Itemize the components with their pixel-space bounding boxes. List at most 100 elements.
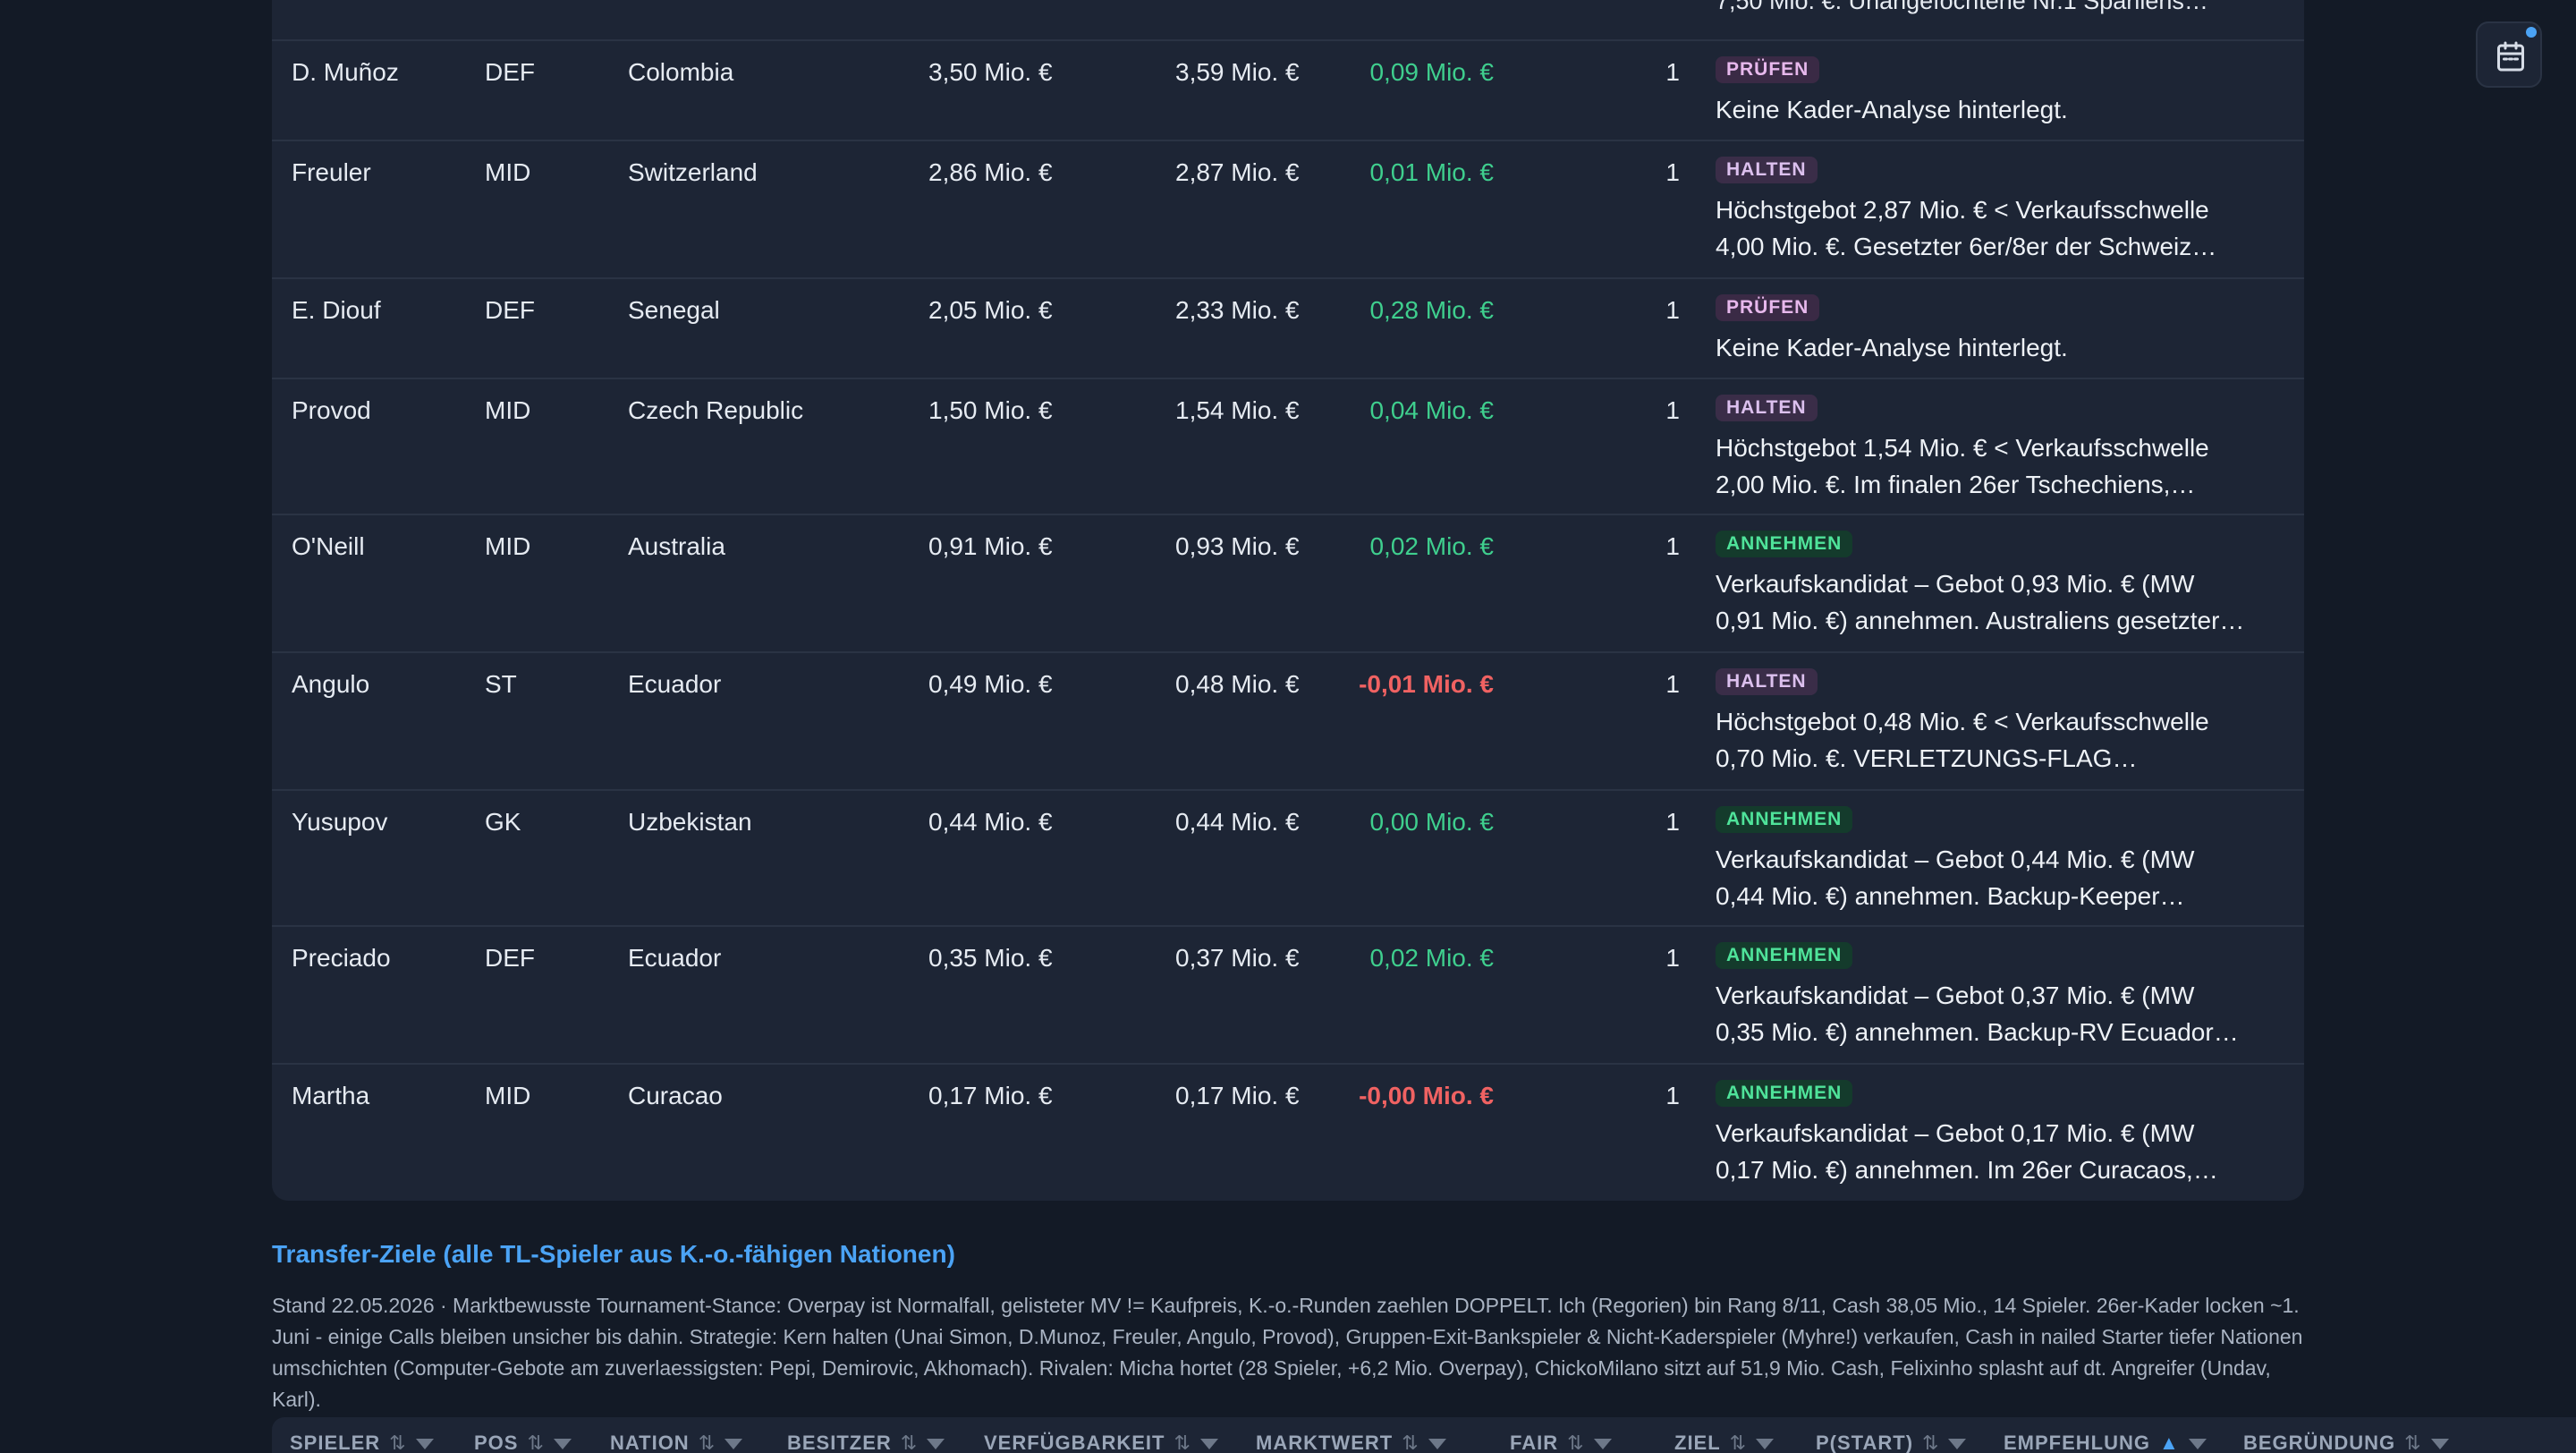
sort-icon[interactable]: ⇅ [1402, 1432, 1419, 1453]
sort-icon[interactable]: ⇅ [1922, 1432, 1939, 1453]
fair-value: 0,37 Mio. € [1175, 944, 1300, 972]
column-header[interactable]: BEGRÜNDUNG ⇅ [2243, 1432, 2449, 1453]
value-difference: 0,09 Mio. € [1369, 58, 1494, 86]
table-row[interactable]: Preciado DEF Ecuador 0,35 Mio. € 0,37 Mio. €… [272, 925, 2304, 1065]
column-header-label: FAIR [1510, 1432, 1559, 1453]
value-difference: 0,01 Mio. € [1369, 158, 1494, 186]
player-name: Angulo [292, 670, 370, 698]
table-row[interactable]: Freuler MID Switzerland 2,86 Mio. € 2,87 Mio… [272, 140, 2304, 279]
filter-icon[interactable] [724, 1439, 743, 1450]
filter-icon[interactable] [1948, 1439, 1967, 1450]
start-probability: 1 [1665, 1082, 1680, 1109]
transfer-section-description: Stand 22.05.2026 · Marktbewusste Tournam… [272, 1294, 2303, 1411]
player-nation: Senegal [628, 296, 720, 324]
player-position: ST [485, 670, 517, 698]
column-header[interactable]: MARKTWERT ⇅ [1256, 1432, 1446, 1453]
fair-value: 2,87 Mio. € [1175, 158, 1300, 186]
filter-icon[interactable] [553, 1439, 572, 1450]
filter-icon[interactable] [2430, 1439, 2449, 1450]
reason-line: Verkaufskandidat – Gebot 0,17 Mio. € (MW [1716, 1119, 2195, 1147]
value-difference: 0,04 Mio. € [1369, 396, 1494, 424]
start-probability: 1 [1665, 532, 1680, 560]
reason-line: 2,00 Mio. €. Im finalen 26er Tschechiens… [1716, 471, 2196, 498]
column-header-label: BESITZER [787, 1432, 892, 1453]
recommendation-badge: PRÜFEN [1716, 56, 1820, 83]
filter-icon[interactable] [1199, 1439, 1218, 1450]
player-position: DEF [485, 296, 535, 324]
reason-line: 0,91 Mio. €) annehmen. Australiens geset… [1716, 607, 2245, 634]
market-value: 0,44 Mio. € [928, 808, 1053, 836]
reason-line: Höchstgebot 1,54 Mio. € < Verkaufsschwel… [1716, 434, 2209, 462]
column-header[interactable]: NATION ⇅ [610, 1432, 743, 1453]
calendar-button[interactable] [2476, 21, 2542, 88]
column-header-label: MARKTWERT [1256, 1432, 1394, 1453]
sort-icon[interactable]: ⇅ [699, 1432, 716, 1453]
recommendation-cell: ANNEHMEN [1716, 938, 1853, 969]
column-header[interactable]: BESITZER ⇅ [787, 1432, 945, 1453]
recommendation-cell: HALTEN [1716, 390, 1818, 421]
table-row[interactable]: E. Diouf DEF Senegal 2,05 Mio. € 2,33 Mio. €… [272, 277, 2304, 379]
player-name: Martha [292, 1082, 370, 1109]
column-header-label: NATION [610, 1432, 690, 1453]
player-nation: Ecuador [628, 670, 722, 698]
filter-icon[interactable] [1593, 1439, 1612, 1450]
filter-icon[interactable] [1428, 1439, 1446, 1450]
reason-line: Verkaufskandidat – Gebot 0,44 Mio. € (MW [1716, 845, 2195, 873]
player-name: O'Neill [292, 532, 365, 560]
filter-icon[interactable] [927, 1439, 945, 1450]
column-header-label: VERFÜGBARKEIT [984, 1432, 1165, 1453]
fair-value: 0,44 Mio. € [1175, 808, 1300, 836]
player-position: DEF [485, 944, 535, 972]
column-header[interactable]: VERFÜGBARKEIT ⇅ [984, 1432, 1218, 1453]
table-row: 7,50 Mio. €. Unangefochtene Nr.1 Spanien… [272, 0, 2304, 41]
column-header[interactable]: EMPFEHLUNG ▲ [2004, 1432, 2207, 1453]
table-row[interactable]: Martha MID Curacao 0,17 Mio. € 0,17 Mio. € -0… [272, 1063, 2304, 1201]
table-row[interactable]: Provod MID Czech Republic 1,50 Mio. € 1,54 M… [272, 378, 2304, 515]
column-header[interactable]: SPIELER ⇅ [290, 1432, 434, 1453]
player-position: MID [485, 396, 531, 424]
sort-icon[interactable]: ⇅ [1567, 1432, 1584, 1453]
column-header[interactable]: ZIEL ⇅ [1674, 1432, 1775, 1453]
market-value: 2,86 Mio. € [928, 158, 1053, 186]
table-row[interactable]: Angulo ST Ecuador 0,49 Mio. € 0,48 Mio. € -0,… [272, 651, 2304, 791]
sort-icon[interactable]: ⇅ [2404, 1432, 2421, 1453]
sort-icon[interactable]: ⇅ [1174, 1432, 1191, 1453]
filter-icon[interactable] [415, 1439, 434, 1450]
market-value: 0,35 Mio. € [928, 944, 1053, 972]
player-nation: Colombia [628, 58, 734, 86]
recommendation-cell: ANNEHMEN [1716, 1075, 1853, 1107]
value-difference: 0,02 Mio. € [1369, 532, 1494, 560]
start-probability: 1 [1665, 158, 1680, 186]
table-row[interactable]: D. Muñoz DEF Colombia 3,50 Mio. € 3,59 Mio. … [272, 39, 2304, 141]
column-header[interactable]: POS ⇅ [474, 1432, 572, 1453]
player-position: GK [485, 808, 521, 836]
player-name: Freuler [292, 158, 371, 186]
fair-value: 1,54 Mio. € [1175, 396, 1300, 424]
sort-icon[interactable]: ⇅ [1730, 1432, 1747, 1453]
table-row[interactable]: O'Neill MID Australia 0,91 Mio. € 0,93 Mio. … [272, 514, 2304, 653]
market-value: 0,17 Mio. € [928, 1082, 1053, 1109]
column-header[interactable]: P(START) ⇅ [1816, 1432, 1967, 1453]
recommendation-badge: ANNEHMEN [1716, 531, 1853, 557]
fair-value: 2,33 Mio. € [1175, 296, 1300, 324]
recommendation-cell: PRÜFEN [1716, 52, 1820, 83]
table-row[interactable]: Yusupov GK Uzbekistan 0,44 Mio. € 0,44 Mio. … [272, 789, 2304, 927]
value-difference: 0,02 Mio. € [1369, 944, 1494, 972]
filter-icon[interactable] [1756, 1439, 1775, 1450]
player-nation: Australia [628, 532, 725, 560]
player-name: E. Diouf [292, 296, 381, 324]
filter-icon[interactable] [2188, 1439, 2207, 1450]
sort-icon[interactable]: ⇅ [901, 1432, 918, 1453]
start-probability: 1 [1665, 944, 1680, 972]
player-name: D. Muñoz [292, 58, 399, 86]
reason-line: Höchstgebot 0,48 Mio. € < Verkaufsschwel… [1716, 708, 2209, 735]
recommendation-reason: Verkaufskandidat – Gebot 0,17 Mio. € (MW… [1716, 1115, 2270, 1188]
sort-icon[interactable]: ⇅ [389, 1432, 406, 1453]
recommendation-cell: ANNEHMEN [1716, 802, 1853, 833]
column-header[interactable]: FAIR ⇅ [1510, 1432, 1612, 1453]
reason-line: Keine Kader-Analyse hinterlegt. [1716, 96, 2068, 123]
sort-icon[interactable]: ⇅ [527, 1432, 544, 1453]
start-probability: 1 [1665, 396, 1680, 424]
sort-icon[interactable]: ▲ [2159, 1432, 2180, 1453]
recommendation-cell: HALTEN [1716, 152, 1818, 183]
